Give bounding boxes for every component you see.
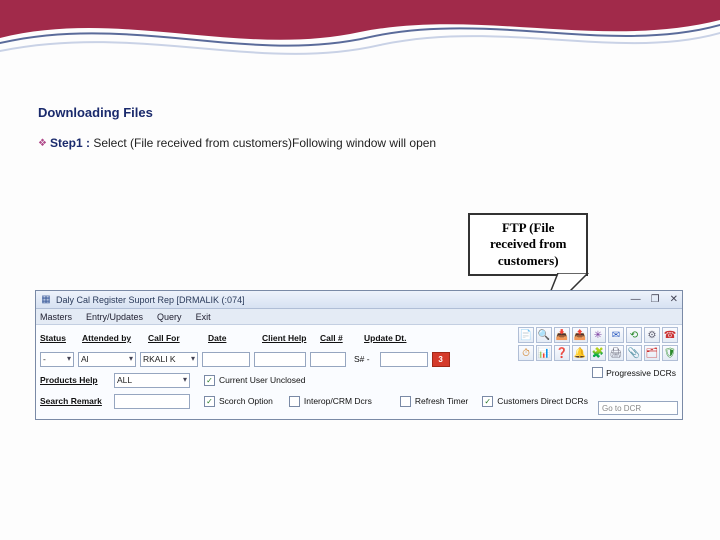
menu-entry-updates[interactable]: Entry/Updates <box>86 312 143 322</box>
interop-label: Interop/CRM Dcrs <box>304 396 372 406</box>
call-input[interactable] <box>310 352 346 367</box>
close-button[interactable]: ✕ <box>670 294 678 305</box>
slide-title: Downloading Files <box>38 105 690 120</box>
toolbar-btn-11[interactable]: 📊 <box>536 345 552 361</box>
label-status: Status <box>40 333 78 343</box>
scrch-label: Scorch Option <box>219 396 273 406</box>
toolbar-btn-2[interactable]: 🔍 <box>536 327 552 343</box>
menu-query[interactable]: Query <box>157 312 182 322</box>
currentuser-label: Current User Unclosed <box>219 375 305 385</box>
label-date: Date <box>208 333 258 343</box>
toolbar-btn-16[interactable]: 📎 <box>626 345 642 361</box>
callout-line2: received from <box>490 236 566 252</box>
custdirect-label: Customers Direct DCRs <box>497 396 588 406</box>
progressive-label: Progressive DCRs <box>606 368 676 378</box>
callout-line1: FTP (File <box>490 220 566 236</box>
label-call: Call # <box>320 333 360 343</box>
toolbar-btn-14[interactable]: 🧩 <box>590 345 606 361</box>
window-title: Daly Cal Register Suport Rep [DRMALIK (:… <box>56 295 627 305</box>
label-updatedt: Update Dt. <box>364 333 418 343</box>
refresh-checkbox[interactable] <box>400 396 411 407</box>
app-icon: ▦ <box>40 294 52 306</box>
step-line: ❖Step1 : Select (File received from cust… <box>38 136 690 150</box>
progressive-checkbox[interactable] <box>592 367 603 378</box>
menu-exit[interactable]: Exit <box>196 312 211 322</box>
callfor-select[interactable]: RKALI K <box>140 352 198 367</box>
attended-select[interactable]: Al <box>78 352 136 367</box>
toolbar-btn-17[interactable]: 🗂 <box>644 345 660 361</box>
menu-masters[interactable]: Masters <box>40 312 72 322</box>
currentuser-checkbox[interactable]: ✓ <box>204 375 215 386</box>
app-window: ▦ Daly Cal Register Suport Rep [DRMALIK … <box>35 290 683 420</box>
refresh-label: Refresh Timer <box>415 396 468 406</box>
titlebar: ▦ Daly Cal Register Suport Rep [DRMALIK … <box>36 291 682 309</box>
toolbar-btn-13[interactable]: 🔔 <box>572 345 588 361</box>
toolbar-btn-5[interactable]: ✳ <box>590 327 606 343</box>
toolbar-btn-1[interactable]: 📄 <box>518 327 534 343</box>
step-label: Step1 : <box>50 136 90 150</box>
toolbar-btn-18[interactable]: 🛡 <box>662 345 678 361</box>
label-products: Products Help <box>40 375 110 385</box>
toolbar-btn-6[interactable]: ✉ <box>608 327 624 343</box>
custdirect-checkbox[interactable]: ✓ <box>482 396 493 407</box>
search-input[interactable] <box>114 394 190 409</box>
menubar: Masters Entry/Updates Query Exit <box>36 309 682 325</box>
toolbar-btn-10[interactable]: ⏱ <box>518 345 534 361</box>
maximize-button[interactable]: ❐ <box>651 294 660 305</box>
label-search: Search Remark <box>40 396 110 406</box>
clienthelp-input[interactable] <box>254 352 306 367</box>
label-attended: Attended by <box>82 333 144 343</box>
products-select[interactable]: ALL <box>114 373 190 388</box>
decorative-wave <box>0 0 720 80</box>
toolbar-btn-4[interactable]: 📤 <box>572 327 588 343</box>
right-checks: Progressive DCRs <box>592 367 676 378</box>
toolbar-btn-3[interactable]: 📥 <box>554 327 570 343</box>
toolbar: 📄 🔍 📥 📤 ✳ ✉ ⟲ ⚙ ☎ ⏱ 📊 ❓ 🔔 🧩 🖨 📎 🗂 🛡 <box>518 327 678 361</box>
red-count-button[interactable]: 3 <box>432 352 450 367</box>
callout: FTP (File received from customers) <box>468 213 588 276</box>
toolbar-btn-9[interactable]: ☎ <box>662 327 678 343</box>
updatedt-input[interactable] <box>380 352 428 367</box>
minimize-button[interactable]: — <box>631 294 641 305</box>
label-clienthelp: Client Help <box>262 333 316 343</box>
goto-dcr-input[interactable]: Go to DCR <box>598 401 678 415</box>
step-text: Select (File received from customers)Fol… <box>90 136 436 150</box>
toolbar-btn-8[interactable]: ⚙ <box>644 327 660 343</box>
label-callfor: Call For <box>148 333 204 343</box>
date-input[interactable] <box>202 352 250 367</box>
app-content: 📄 🔍 📥 📤 ✳ ✉ ⟲ ⚙ ☎ ⏱ 📊 ❓ 🔔 🧩 🖨 📎 🗂 🛡 Stat… <box>36 325 682 419</box>
scrch-checkbox[interactable]: ✓ <box>204 396 215 407</box>
status-select[interactable]: - <box>40 352 74 367</box>
sr-label: S# - <box>354 354 370 364</box>
toolbar-btn-7[interactable]: ⟲ <box>626 327 642 343</box>
bullet-icon: ❖ <box>38 138 47 149</box>
toolbar-btn-12[interactable]: ❓ <box>554 345 570 361</box>
toolbar-btn-15[interactable]: 🖨 <box>608 345 624 361</box>
interop-checkbox[interactable] <box>289 396 300 407</box>
callout-line3: customers) <box>490 253 566 269</box>
